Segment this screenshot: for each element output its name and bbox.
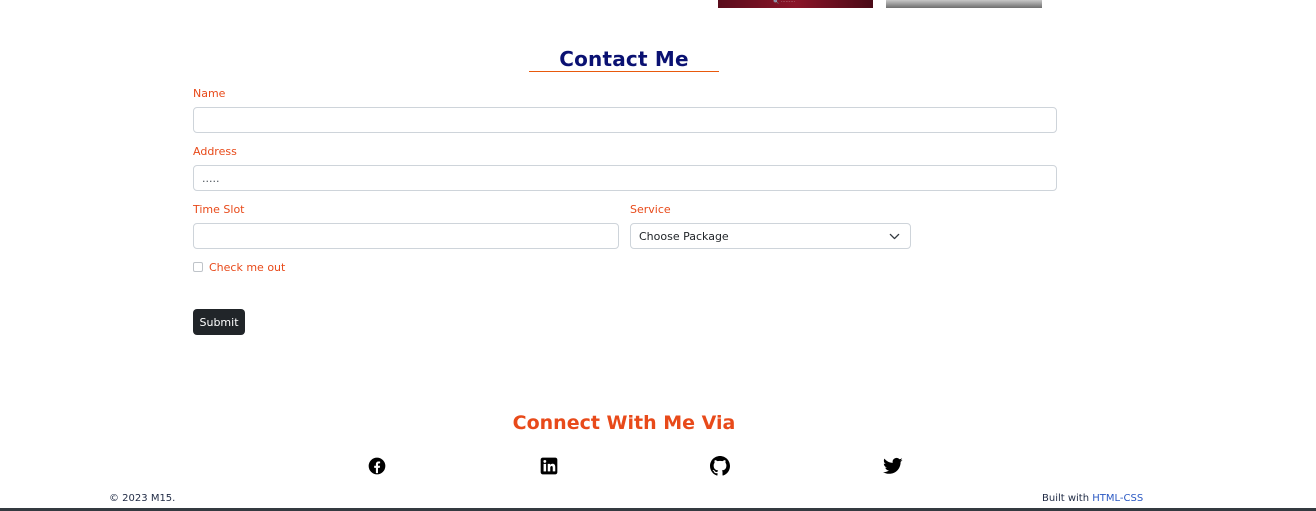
portfolio-thumbnail-1[interactable]: 🔍 ········· <box>718 0 873 8</box>
twitter-icon <box>883 457 903 474</box>
submit-button[interactable]: Submit <box>193 309 245 335</box>
service-select[interactable]: Choose Package <box>630 223 911 249</box>
name-label: Name <box>193 87 226 100</box>
address-input[interactable] <box>193 165 1057 191</box>
address-label: Address <box>193 145 237 158</box>
copyright-prefix: © 2023 <box>109 493 151 504</box>
built-with-prefix: Built with <box>1042 493 1093 504</box>
timeslot-label: Time Slot <box>193 203 245 216</box>
built-with-link[interactable]: HTML-CSS <box>1092 493 1143 504</box>
facebook-link[interactable] <box>367 456 387 476</box>
check-me-out-checkbox[interactable] <box>193 262 203 272</box>
footer-copyright: © 2023 M15. <box>109 493 175 504</box>
linkedin-icon <box>540 457 558 475</box>
portfolio-thumbnail-2[interactable] <box>886 0 1042 8</box>
footer-built-with: Built with HTML-CSS <box>1042 493 1143 504</box>
twitter-link[interactable] <box>883 456 903 476</box>
service-label: Service <box>630 203 671 216</box>
check-me-out-label[interactable]: Check me out <box>209 261 285 274</box>
chevron-down-icon <box>889 233 900 239</box>
github-link[interactable] <box>710 456 730 476</box>
linkedin-link[interactable] <box>539 456 559 476</box>
brand-link[interactable]: M15 <box>151 493 172 504</box>
name-input[interactable] <box>193 107 1057 133</box>
facebook-icon <box>368 457 386 475</box>
contact-title: Contact Me <box>529 46 719 72</box>
connect-title: Connect With Me Via <box>512 412 736 434</box>
github-icon <box>710 456 730 476</box>
timeslot-input[interactable] <box>193 223 619 249</box>
copyright-suffix: . <box>172 493 176 504</box>
service-selected-value: Choose Package <box>639 229 729 243</box>
